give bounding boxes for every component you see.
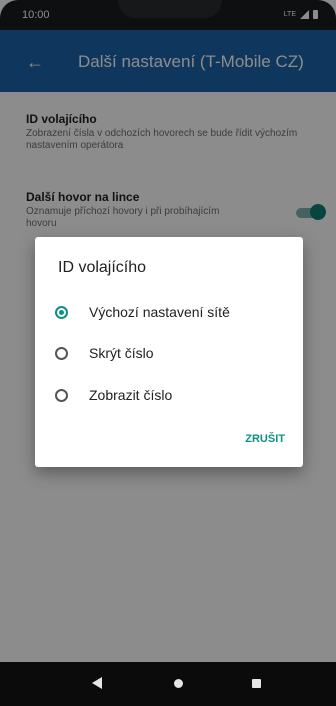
phone-screen: 10:00 LTE ← Další nastavení (T-Mobile CZ… [0,0,336,706]
option-show-number[interactable]: Zobrazit číslo [55,380,172,410]
dialog-title: ID volajícího [58,259,147,276]
caller-id-dialog: ID volajícího Výchozí nastavení sítě Skr… [35,237,303,467]
radio-selected-icon[interactable] [55,305,68,319]
square-recents-icon[interactable] [252,679,261,688]
radio-unselected-icon[interactable] [55,346,68,360]
triangle-back-icon[interactable] [92,677,102,689]
navigation-bar [0,662,336,706]
option-label: Výchozí nastavení sítě [89,304,230,320]
radio-unselected-icon[interactable] [55,388,68,402]
option-hide-number[interactable]: Skrýt číslo [55,338,154,368]
option-label: Skrýt číslo [89,345,154,361]
option-network-default[interactable]: Výchozí nastavení sítě [55,297,230,327]
cancel-button[interactable]: ZRUŠIT [245,433,285,445]
option-label: Zobrazit číslo [89,387,173,403]
circle-home-icon[interactable] [174,679,183,688]
